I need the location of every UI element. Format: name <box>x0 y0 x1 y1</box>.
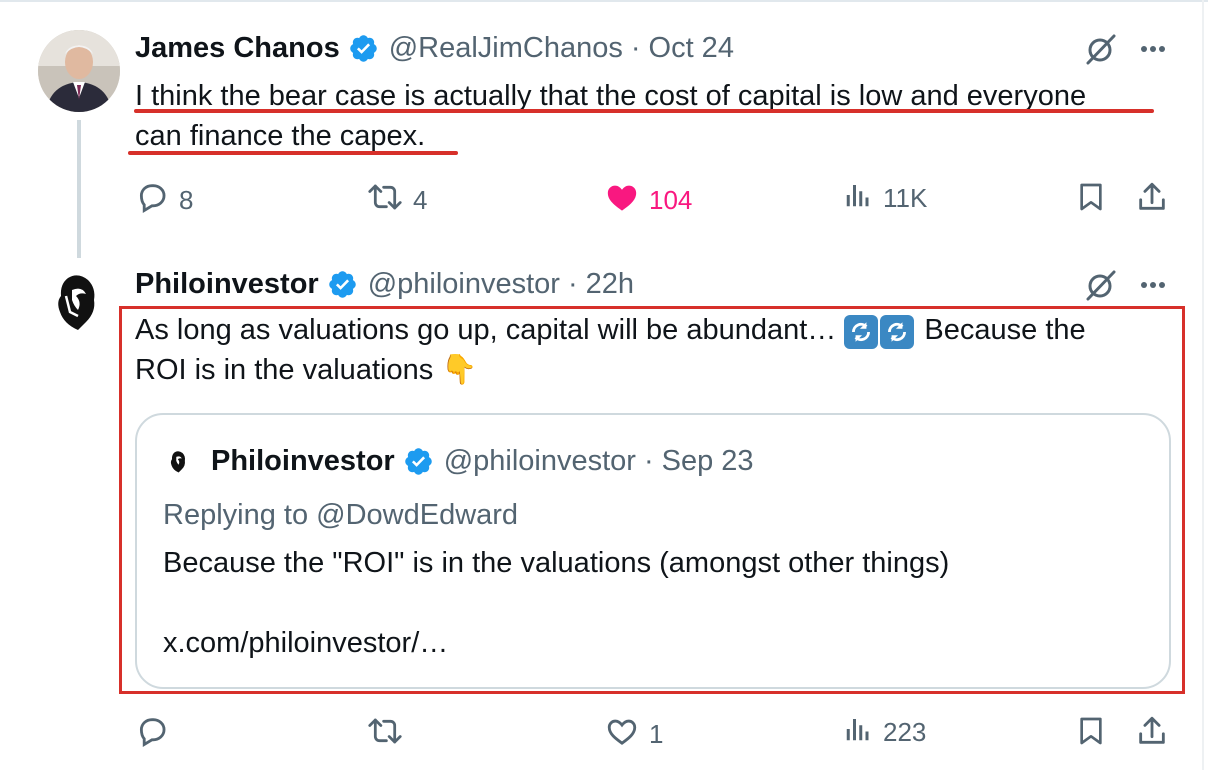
tweet-text-part2: Because the <box>924 314 1086 346</box>
tweet-text: As long as valuations go up, capital wil… <box>135 310 1086 390</box>
bookmark-icon <box>1075 714 1107 755</box>
reply-icon <box>135 714 169 755</box>
repost-button[interactable]: 4 <box>367 180 427 221</box>
tweet-text-line2: can finance the capex. <box>135 120 426 152</box>
grok-icon[interactable] <box>1084 32 1118 66</box>
author-name[interactable]: Philoinvestor <box>135 268 319 301</box>
annotation-underline <box>128 151 458 155</box>
more-icon[interactable] <box>1140 281 1166 289</box>
verified-badge-icon <box>403 446 434 477</box>
more-icon[interactable] <box>1140 45 1166 53</box>
views-icon <box>843 180 873 217</box>
pointing-down-emoji: 👇 <box>441 354 478 386</box>
separator-dot: · <box>643 445 654 477</box>
bookmark-button[interactable] <box>1075 714 1107 755</box>
reply-count: 8 <box>179 185 194 215</box>
views-count: 11K <box>883 183 928 213</box>
tweet-text-part1: As long as valuations go up, capital wil… <box>135 314 837 346</box>
like-button[interactable]: 1 <box>605 714 663 755</box>
author-handle[interactable]: @RealJimChanos <box>389 32 623 65</box>
views-button[interactable]: 11K <box>843 180 927 217</box>
repost-icon <box>367 180 403 221</box>
tweet-header: James Chanos @RealJimChanos · Oct 24 <box>135 32 734 65</box>
like-count: 104 <box>649 185 693 215</box>
tweet-actions: 8 4 104 11K <box>135 180 1175 220</box>
annotation-underline <box>134 109 1154 113</box>
like-button[interactable]: 104 <box>605 180 692 221</box>
quoted-author-name: Philoinvestor <box>211 445 395 477</box>
top-divider <box>0 0 1208 2</box>
quoted-tweet-link[interactable]: x.com/philoinvestor/… <box>163 627 448 660</box>
repost-count: 4 <box>413 185 428 215</box>
avatar-james-chanos[interactable] <box>38 30 120 112</box>
views-count: 223 <box>883 717 927 747</box>
thread-connector <box>77 120 81 258</box>
counterclockwise-arrows-emoji <box>844 315 879 349</box>
quoted-timestamp: Sep 23 <box>661 445 754 477</box>
reply-button[interactable]: 8 <box>135 180 193 221</box>
views-button[interactable]: 223 <box>843 714 926 751</box>
author-handle[interactable]: @philoinvestor <box>368 268 560 301</box>
quoted-author-handle: @philoinvestor <box>443 445 636 477</box>
like-icon <box>605 714 639 755</box>
tweet-header: Philoinvestor @philoinvestor · 22h <box>135 268 634 301</box>
quoted-tweet-text: Because the "ROI" is in the valuations (… <box>163 547 950 579</box>
right-divider <box>1202 0 1204 770</box>
replying-to: Replying to @DowdEdward <box>163 499 519 531</box>
separator-dot: · <box>630 32 641 64</box>
timestamp[interactable]: 22h <box>586 268 634 301</box>
repost-button[interactable] <box>367 714 413 755</box>
share-button[interactable] <box>1135 714 1169 755</box>
verified-badge-icon <box>348 33 379 64</box>
reply-icon <box>135 180 169 221</box>
tweet-text: I think the bear case is actually that t… <box>135 76 1086 156</box>
share-button[interactable] <box>1135 180 1169 221</box>
separator-dot: · <box>567 268 578 300</box>
like-count: 1 <box>649 719 664 749</box>
share-icon <box>1135 714 1169 755</box>
share-icon <box>1135 180 1169 221</box>
views-icon <box>843 714 873 751</box>
quoted-tweet-header: Philoinvestor @philoinvestor · Sep 23 <box>163 445 754 478</box>
quoted-tweet-card[interactable]: Philoinvestor @philoinvestor · Sep 23 Re… <box>135 413 1171 689</box>
tweet-text-line2-text: ROI is in the valuations <box>135 354 434 386</box>
bookmark-icon <box>1075 180 1107 221</box>
tweet-header-icons <box>1084 32 1166 66</box>
avatar-philoinvestor[interactable] <box>38 262 120 344</box>
counterclockwise-arrows-emoji <box>880 315 915 349</box>
grok-icon[interactable] <box>1084 268 1118 302</box>
tweet-header-icons <box>1084 268 1166 302</box>
like-icon <box>605 180 639 221</box>
verified-badge-icon <box>327 269 358 300</box>
author-name[interactable]: James Chanos <box>135 32 340 65</box>
tweet-actions: 1 223 <box>135 714 1175 754</box>
quoted-avatar <box>163 446 195 478</box>
bookmark-button[interactable] <box>1075 180 1107 221</box>
repost-icon <box>367 714 403 755</box>
tweet-text-line1: As long as valuations go up, capital wil… <box>135 310 1086 350</box>
tweet-text-line2: ROI is in the valuations 👇 <box>135 350 1086 390</box>
timestamp[interactable]: Oct 24 <box>649 32 734 65</box>
reply-button[interactable] <box>135 714 179 755</box>
